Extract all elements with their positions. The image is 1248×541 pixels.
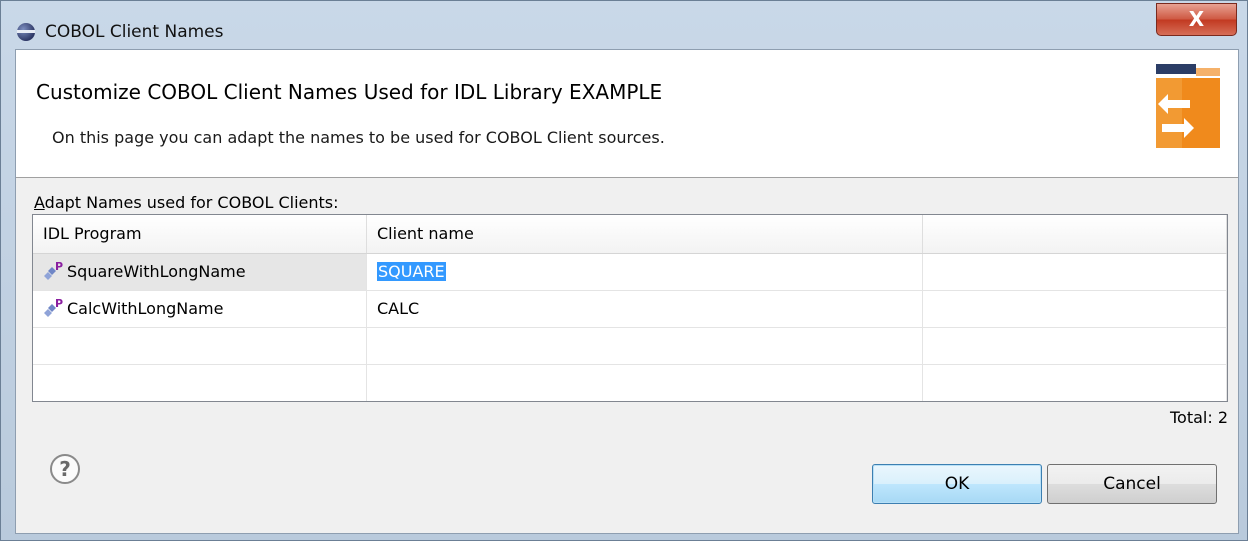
client-names-table[interactable]: IDL Program Client name P SquareWithLong… — [32, 214, 1228, 402]
empty-cell — [367, 365, 923, 401]
column-header-client-name[interactable]: Client name — [367, 215, 923, 253]
empty-cell — [923, 254, 1227, 290]
empty-cell — [367, 328, 923, 364]
idl-program-icon: P — [44, 261, 63, 280]
total-count: Total: 2 — [1169, 408, 1228, 427]
page-description: On this page you can adapt the names to … — [52, 128, 665, 147]
ok-button[interactable]: OK — [872, 464, 1042, 504]
program-name: CalcWithLongName — [67, 299, 224, 318]
close-button[interactable]: X — [1156, 3, 1237, 36]
idl-program-cell[interactable]: P CalcWithLongName — [33, 291, 367, 327]
column-header-idl-program[interactable]: IDL Program — [33, 215, 367, 253]
wizard-exchange-icon — [1156, 64, 1220, 148]
idl-program-cell[interactable]: P SquareWithLongName — [33, 254, 367, 290]
label-text: dapt Names used for COBOL Clients: — [44, 193, 339, 212]
idl-program-icon: P — [44, 298, 63, 317]
table-row-empty — [33, 365, 1227, 401]
eclipse-icon — [17, 23, 35, 41]
wizard-banner: Customize COBOL Client Names Used for ID… — [16, 50, 1238, 178]
empty-cell — [33, 328, 367, 364]
empty-cell — [33, 365, 367, 401]
dialog-content: Customize COBOL Client Names Used for ID… — [15, 49, 1239, 534]
empty-cell — [923, 291, 1227, 327]
client-name-cell[interactable]: CALC — [367, 291, 923, 327]
empty-cell — [923, 328, 1227, 364]
client-name-cell[interactable]: SQUARE — [367, 254, 923, 290]
dialog-window: COBOL Client Names X Customize COBOL Cli… — [0, 0, 1248, 541]
client-name-value: CALC — [377, 299, 420, 318]
cancel-button[interactable]: Cancel — [1047, 464, 1217, 504]
table-header: IDL Program Client name — [33, 215, 1227, 254]
table-row[interactable]: P CalcWithLongName CALC — [33, 291, 1227, 328]
table-row-empty — [33, 328, 1227, 365]
label-mnemonic: A — [34, 193, 45, 212]
svg-text:P: P — [55, 261, 63, 273]
client-name-input[interactable]: SQUARE — [377, 262, 446, 281]
program-name: SquareWithLongName — [67, 262, 246, 281]
column-header-empty[interactable] — [923, 215, 1227, 253]
title-bar[interactable]: COBOL Client Names X — [1, 1, 1247, 49]
window-title: COBOL Client Names — [45, 22, 224, 42]
table-row[interactable]: P SquareWithLongName SQUARE — [33, 254, 1227, 291]
empty-cell — [923, 365, 1227, 401]
page-title: Customize COBOL Client Names Used for ID… — [36, 80, 663, 104]
names-section-label: Adapt Names used for COBOL Clients: — [34, 193, 339, 212]
help-icon[interactable]: ? — [50, 454, 80, 484]
svg-text:P: P — [55, 298, 63, 310]
